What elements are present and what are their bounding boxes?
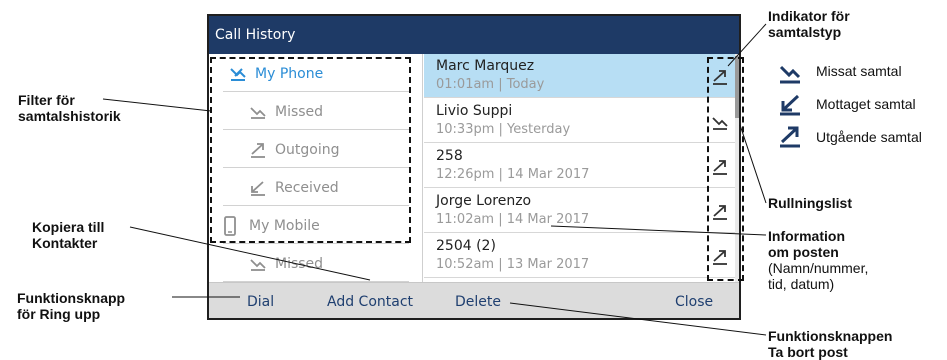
received-call-icon [780,94,800,116]
missed-call-icon [779,65,801,84]
callout-delete-softkey: Funktionsknappen Ta bort post [768,328,893,360]
legend-outgoing-label: Utgående samtal [816,129,922,145]
callout-lines [102,23,767,336]
legend-missed-label: Missat samtal [816,63,902,79]
callout-filter: Filter för samtalshistorik [18,92,121,124]
callout-call-type-indicator: Indikator för samtalstyp [768,8,850,40]
callout-scrollbar: Rullningslist [768,195,852,211]
callout-copy-to-contacts: Kopiera till Kontakter [32,219,105,251]
outgoing-call-icon [780,126,800,148]
callout-dial-softkey: Funktionsknapp för Ring upp [17,290,126,322]
callout-entry-info: Information om posten (Namn/nummer, tid,… [768,228,869,292]
legend-received-label: Mottaget samtal [816,96,916,112]
